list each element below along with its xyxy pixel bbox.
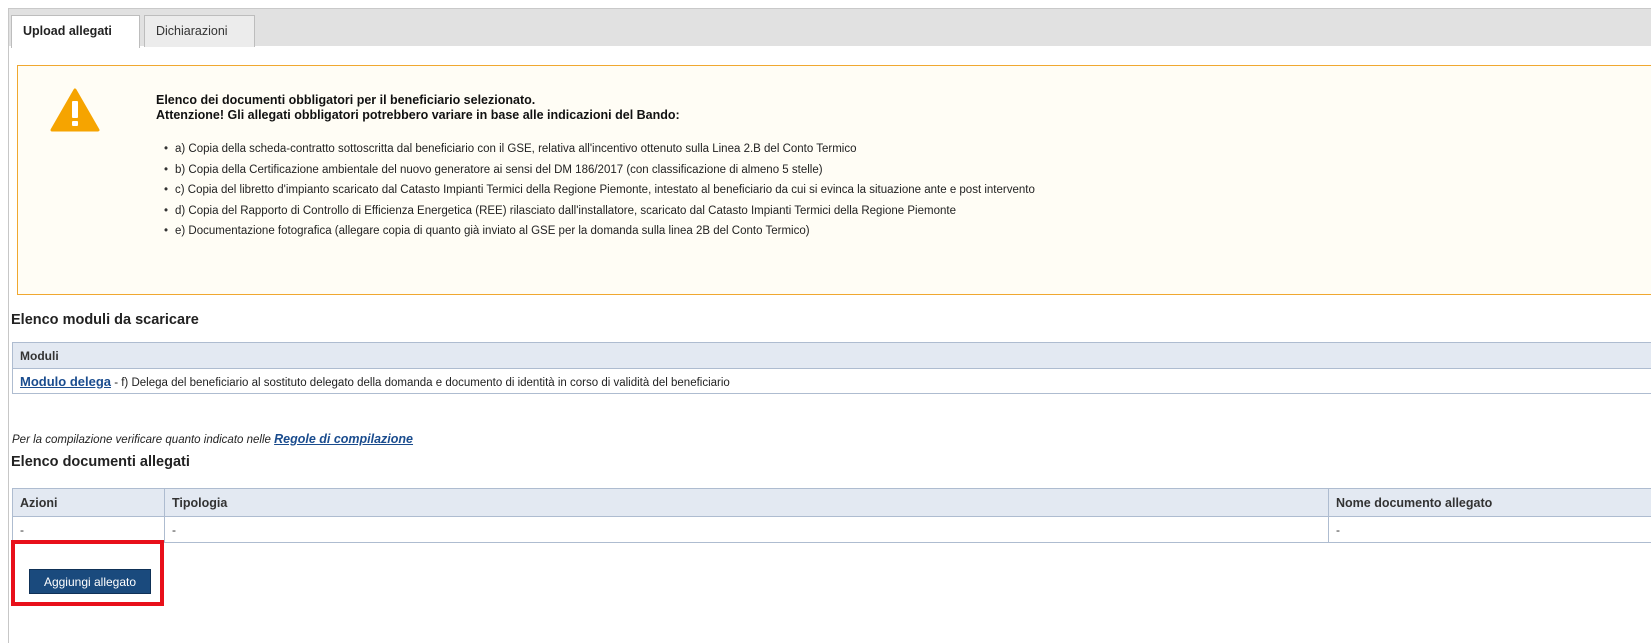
column-header-moduli: Moduli	[12, 342, 1651, 369]
tab-dichiarazioni[interactable]: Dichiarazioni	[144, 15, 255, 47]
list-item: a) Copia della scheda-contratto sottoscr…	[164, 139, 1035, 160]
list-item: d) Copia del Rapporto di Controllo di Ef…	[164, 201, 1035, 222]
table-row: - - -	[12, 516, 1651, 543]
mandatory-documents-warning: Elenco dei documenti obbligatori per il …	[17, 65, 1651, 295]
compilation-hint: Per la compilazione verificare quanto in…	[12, 432, 413, 446]
warning-triangle-icon	[50, 88, 100, 132]
warning-title: Elenco dei documenti obbligatori per il …	[156, 93, 680, 123]
list-item: e) Documentazione fotografica (allegare …	[164, 221, 1035, 242]
table-cell-azioni: -	[12, 516, 165, 543]
regole-compilazione-link[interactable]: Regole di compilazione	[274, 432, 413, 446]
warning-title-line-2: Attenzione! Gli allegati obbligatori pot…	[156, 108, 680, 122]
section-title-allegati: Elenco documenti allegati	[11, 454, 190, 470]
table-cell-nome-documento: -	[1328, 516, 1651, 543]
warning-title-line-1: Elenco dei documenti obbligatori per il …	[156, 93, 536, 107]
hint-text: Per la compilazione verificare quanto in…	[12, 434, 275, 446]
table-header-row: Azioni Tipologia Nome documento allegato	[12, 488, 1651, 517]
tab-upload-allegati[interactable]: Upload allegati	[11, 15, 140, 48]
required-documents-list: a) Copia della scheda-contratto sottoscr…	[164, 139, 1035, 242]
table-cell-tipologia: -	[164, 516, 1329, 543]
table-row: Modulo delega - f) Delega del beneficiar…	[12, 368, 1651, 394]
tab-bar: Upload allegati Dichiarazioni	[9, 8, 1651, 48]
table-header-row: Moduli	[12, 342, 1651, 369]
section-title-moduli: Elenco moduli da scaricare	[11, 312, 199, 328]
column-header-azioni: Azioni	[12, 488, 165, 517]
aggiungi-allegato-button[interactable]: Aggiungi allegato	[29, 569, 151, 594]
modulo-delega-link[interactable]: Modulo delega	[20, 374, 111, 389]
page-container: Upload allegati Dichiarazioni Elenco dei…	[8, 8, 1651, 643]
list-item: b) Copia della Certificazione ambientale…	[164, 160, 1035, 181]
allegati-table: Azioni Tipologia Nome documento allegato…	[12, 488, 1651, 543]
modulo-description: - f) Delega del beneficiario al sostitut…	[111, 376, 730, 389]
modulo-cell: Modulo delega - f) Delega del beneficiar…	[12, 368, 1651, 394]
list-item: c) Copia del libretto d'impianto scarica…	[164, 180, 1035, 201]
moduli-table: Moduli Modulo delega - f) Delega del ben…	[12, 342, 1651, 394]
column-header-tipologia: Tipologia	[164, 488, 1329, 517]
column-header-nome-documento: Nome documento allegato	[1328, 488, 1651, 517]
